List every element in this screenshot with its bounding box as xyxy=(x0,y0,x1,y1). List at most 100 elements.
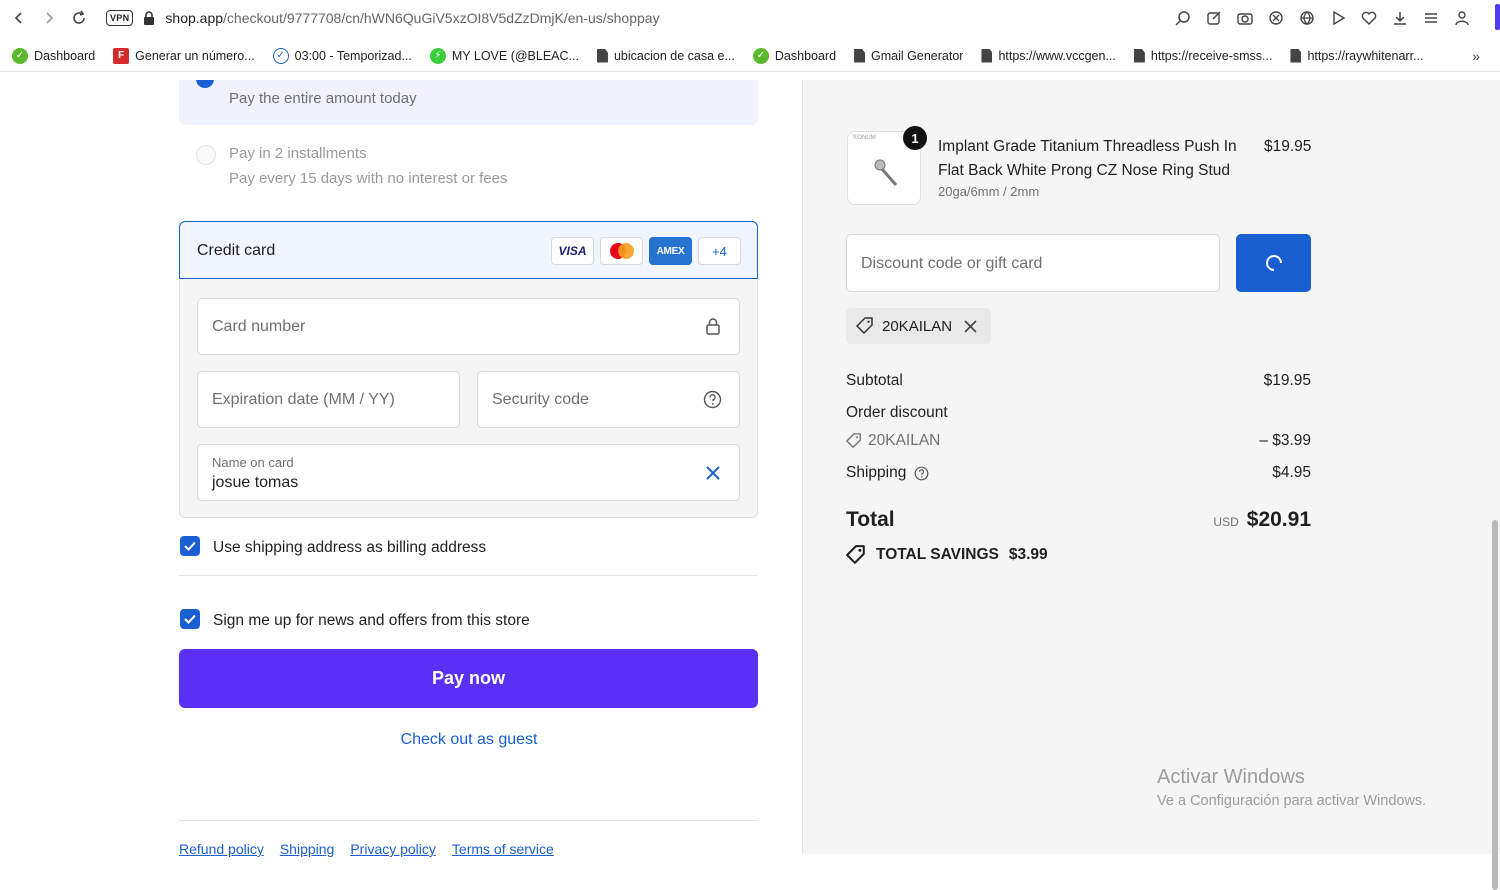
card-number-field[interactable]: Card number xyxy=(197,298,740,355)
discount-code-row: 20KAILAN – $3.99 xyxy=(846,432,1311,450)
bookmark-item[interactable]: ✓ 03:00 - Temporizad... xyxy=(272,47,412,64)
name-on-card-value: josue tomas xyxy=(212,474,299,491)
order-discount-label: Order discount xyxy=(846,404,948,421)
scrollbar[interactable] xyxy=(1490,80,1500,890)
bookmark-item[interactable]: ✓ Dashboard xyxy=(752,47,837,64)
bookmark-item[interactable]: ubicacion de casa e... xyxy=(596,48,735,63)
credit-card-title: Credit card xyxy=(197,242,276,259)
bookmark-item[interactable]: https://receive-smss... xyxy=(1133,48,1273,63)
tag-icon xyxy=(856,317,874,335)
scrollbar-thumb[interactable] xyxy=(1492,520,1498,890)
edit-icon[interactable] xyxy=(1204,8,1224,28)
camera-icon[interactable] xyxy=(1235,8,1255,28)
spinner-icon xyxy=(1265,255,1282,271)
heart-icon[interactable] xyxy=(1359,8,1379,28)
help-icon[interactable] xyxy=(703,390,722,409)
bookmark-label: https://www.vccgen... xyxy=(998,48,1116,63)
installments-title[interactable]: Pay in 2 installments xyxy=(229,145,367,162)
remove-discount-icon[interactable] xyxy=(964,319,977,333)
product-price: $19.95 xyxy=(1264,138,1312,155)
product-variant: 20ga/6mm / 2mm xyxy=(938,184,1040,199)
terms-link[interactable]: Terms of service xyxy=(452,841,554,857)
privacy-policy-link[interactable]: Privacy policy xyxy=(350,841,436,857)
bookmark-item[interactable]: F Generar un número... xyxy=(113,47,255,64)
total-value: $20.91 xyxy=(1246,508,1311,531)
bookmark-item[interactable]: https://raywhitenarr... xyxy=(1290,48,1423,63)
bookmark-label: Generar un número... xyxy=(135,48,255,63)
shipping-cell: Shipping xyxy=(846,464,929,482)
bookmark-label: Dashboard xyxy=(34,48,96,63)
profile-icon[interactable] xyxy=(1452,8,1472,28)
clear-icon[interactable] xyxy=(705,465,721,481)
windows-activation-watermark: Activar Windows Ve a Configuración para … xyxy=(1157,766,1426,809)
installments-desc: Pay every 15 days with no interest or fe… xyxy=(229,170,508,187)
guest-checkout-link: Check out as guest xyxy=(0,731,938,749)
discount-code-cell: 20KAILAN xyxy=(846,432,940,450)
pay-now-button[interactable]: Pay now xyxy=(179,649,758,708)
installments-radio[interactable] xyxy=(196,145,216,165)
refund-policy-link[interactable]: Refund policy xyxy=(179,841,264,857)
total-label: Total xyxy=(846,508,895,531)
zoom-icon[interactable] xyxy=(1173,8,1193,28)
bookmark-label: Dashboard xyxy=(774,48,837,63)
footer-divider xyxy=(179,820,758,821)
vpn-badge[interactable]: VPN xyxy=(106,10,134,26)
chevron-double-right-icon[interactable]: » xyxy=(1472,48,1480,64)
discount-code-input[interactable]: Discount code or gift card xyxy=(846,234,1220,292)
newsletter-checkbox[interactable] xyxy=(180,609,200,629)
menu-icon[interactable] xyxy=(1421,8,1441,28)
subtotal-value: $19.95 xyxy=(1263,372,1311,389)
quantity-badge: 1 xyxy=(903,126,927,150)
billing-checkbox[interactable] xyxy=(180,536,200,556)
name-on-card-field[interactable]: Name on card josue tomas xyxy=(197,444,740,501)
footer-links: Refund policy Shipping Privacy policy Te… xyxy=(179,841,554,857)
document-icon xyxy=(854,48,866,63)
discount-value: – $3.99 xyxy=(1259,432,1311,449)
security-code-field[interactable]: Security code xyxy=(477,371,740,428)
lock-icon[interactable] xyxy=(143,11,155,25)
download-icon[interactable] xyxy=(1390,8,1410,28)
savings-label: TOTAL SAVINGS xyxy=(876,546,999,563)
credit-card-option[interactable]: Credit card VISA AMEX +4 xyxy=(179,221,758,279)
bookmark-item[interactable]: Gmail Generator xyxy=(854,48,963,63)
bookmark-item[interactable]: ⚡ MY LOVE (@BLEAC... xyxy=(429,47,579,64)
play-icon[interactable] xyxy=(1328,8,1348,28)
product-name: Implant Grade Titanium Threadless Push I… xyxy=(938,138,1237,179)
shipping-row: Shipping $4.95 xyxy=(846,464,1311,482)
billing-checkbox-label[interactable]: Use shipping address as billing address xyxy=(213,539,486,557)
help-icon[interactable] xyxy=(914,466,929,481)
subtotal-label: Subtotal xyxy=(846,372,903,389)
shipping-link[interactable]: Shipping xyxy=(280,841,335,857)
url-host: shop.app xyxy=(165,10,224,26)
globe-icon[interactable] xyxy=(1297,8,1317,28)
url-path: /checkout/9777708/cn/hWN6QuGiV5xzOI8V5dZ… xyxy=(223,10,660,26)
pay-full-radio[interactable] xyxy=(196,80,214,88)
card-logos: VISA AMEX +4 xyxy=(551,237,741,265)
order-discount-row: Order discount xyxy=(846,404,1311,422)
lock-icon xyxy=(705,317,721,335)
subtotal-row: Subtotal $19.95 xyxy=(846,372,1311,390)
discount-code-label: 20KAILAN xyxy=(868,432,941,449)
bookmarks-bar: ✓ Dashboard F Generar un número... ✓ 03:00 … xyxy=(0,40,1500,72)
expiration-field[interactable]: Expiration date (MM / YY) xyxy=(197,371,460,428)
apply-discount-button[interactable] xyxy=(1236,234,1311,292)
address-bar[interactable]: shop.app/checkout/9777708/cn/hWN6QuGiV5x… xyxy=(165,10,659,26)
bookmark-label: MY LOVE (@BLEAC... xyxy=(451,48,579,63)
newsletter-checkbox-label[interactable]: Sign me up for news and offers from this… xyxy=(213,612,530,630)
green-check-icon: ✓ xyxy=(12,47,28,64)
bookmark-label: ubicacion de casa e... xyxy=(613,48,735,63)
guest-checkout-link-text[interactable]: Check out as guest xyxy=(401,731,538,748)
timer-icon: ✓ xyxy=(272,47,289,64)
bookmark-label: 03:00 - Temporizad... xyxy=(294,48,412,63)
forward-icon[interactable] xyxy=(34,3,64,33)
bookmark-item[interactable]: https://www.vccgen... xyxy=(981,48,1116,63)
block-icon[interactable] xyxy=(1266,8,1286,28)
back-icon[interactable] xyxy=(4,3,34,33)
bookmark-item[interactable]: ✓ Dashboard xyxy=(12,47,96,64)
currency-code: USD xyxy=(1213,515,1239,529)
bookmark-label: https://receive-smss... xyxy=(1150,48,1273,63)
red-f-icon: F xyxy=(113,47,130,64)
reload-icon[interactable] xyxy=(64,3,94,33)
watermark-title: Activar Windows xyxy=(1157,766,1305,788)
name-on-card-label: Name on card xyxy=(212,455,294,470)
